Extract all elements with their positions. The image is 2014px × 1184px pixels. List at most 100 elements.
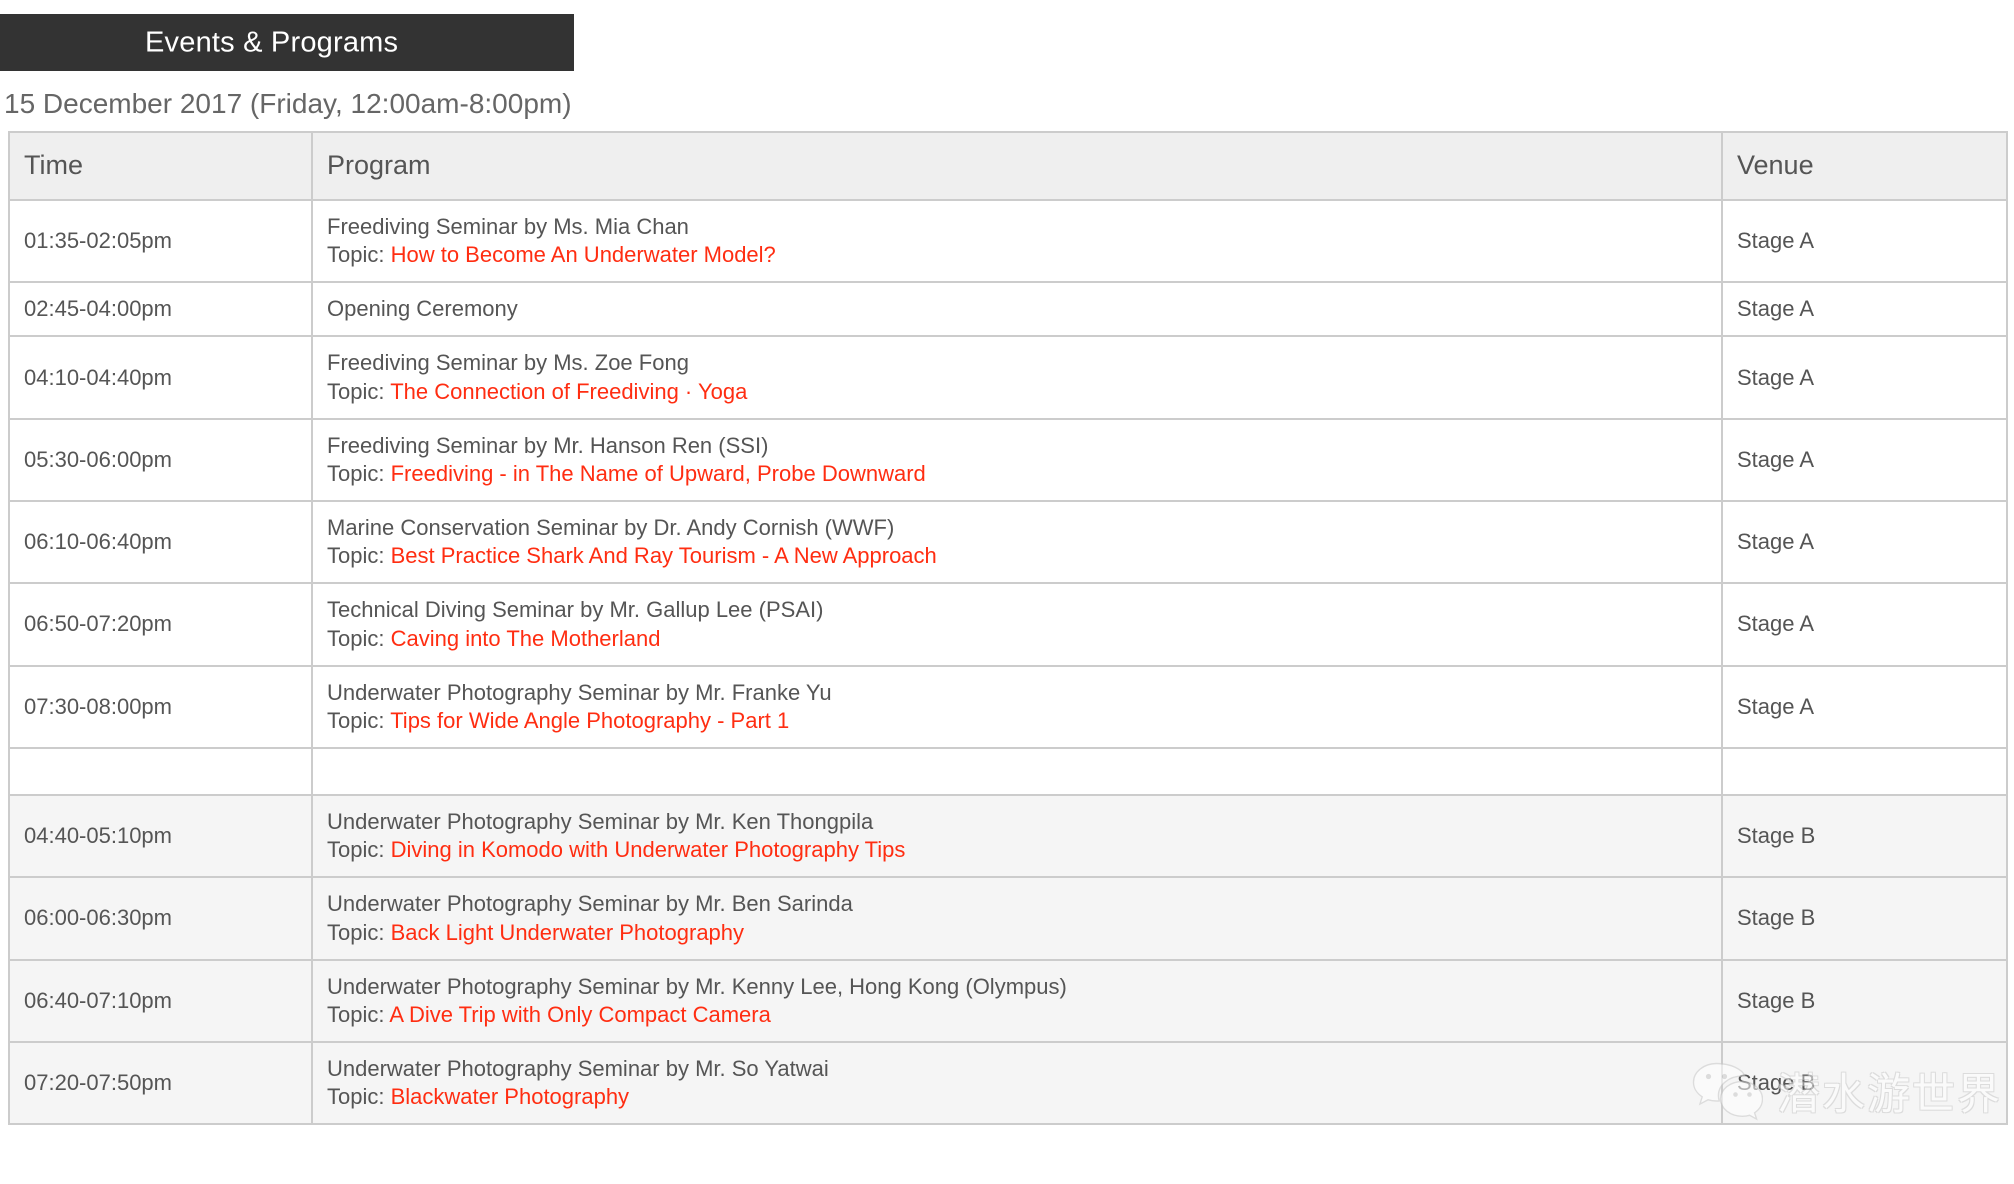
table-row: 07:20-07:50pm Underwater Photography Semi…: [8, 1042, 2008, 1126]
program-title: Underwater Photography Seminar by Mr. Ke…: [327, 973, 1067, 999]
program-title: Freediving Seminar by Ms. Zoe Fong: [327, 350, 689, 376]
cell-time: 06:10-06:40pm: [8, 502, 311, 585]
table-row: 05:30-06:00pm Freediving Seminar by Mr. H…: [8, 419, 2008, 503]
cell-program: Underwater Photography Seminar by Mr. Ke…: [311, 796, 1721, 879]
table-row: 04:40-05:10pm Underwater Photography Semi…: [8, 796, 2008, 879]
cell-program: Freediving Seminar by Ms. Zoe Fong Topic:…: [311, 337, 1721, 420]
topic-text: Freediving - in The Name of Upward, Prob…: [390, 460, 926, 486]
cell-time: 01:35-02:05pm: [8, 201, 311, 284]
topic-label: Topic:: [327, 460, 391, 486]
program-title: Underwater Photography Seminar by Mr. Be…: [327, 891, 853, 917]
column-header-time: Time: [8, 131, 311, 201]
program-topic-line: Topic: Tips for Wide Angle Photography -…: [327, 707, 1707, 735]
page-title: Events & Programs: [145, 26, 399, 58]
program-topic-line: Topic: Caving into The Motherland: [327, 625, 1707, 653]
topic-text: How to Become An Underwater Model?: [390, 242, 776, 268]
cell-program: Opening Ceremony: [311, 283, 1721, 338]
topic-text: The Connection of Freediving · Yoga: [390, 378, 748, 404]
topic-text: Diving in Komodo with Underwater Photogr…: [390, 837, 906, 863]
program-title: Technical Diving Seminar by Mr. Gallup L…: [327, 597, 824, 623]
spacer-cell: [1721, 749, 2008, 797]
cell-venue: Stage A: [1721, 666, 2008, 750]
table-row: 06:50-07:20pm Technical Diving Seminar by…: [8, 584, 2008, 667]
events-schedule-table: Time Program Venue 01:35-02:05pm Freedivi…: [8, 131, 2008, 1126]
topic-label: Topic:: [327, 1084, 391, 1110]
table-header-row: Time Program Venue: [8, 131, 2008, 201]
cell-program: Technical Diving Seminar by Mr. Gallup L…: [311, 584, 1721, 667]
program-topic-line: Topic: How to Become An Underwater Model…: [327, 241, 1707, 269]
page-title-banner: Events & Programs: [0, 14, 574, 71]
cell-time: 04:10-04:40pm: [8, 337, 311, 420]
table-row: 06:40-07:10pm Underwater Photography Semi…: [8, 960, 2008, 1043]
banner-container: Events & Programs: [0, 14, 2014, 71]
topic-text: Blackwater Photography: [390, 1084, 630, 1110]
topic-label: Topic:: [327, 707, 391, 733]
cell-time: 07:30-08:00pm: [8, 666, 311, 750]
cell-time: 06:40-07:10pm: [8, 960, 311, 1043]
cell-program: Underwater Photography Seminar by Mr. Be…: [311, 878, 1721, 961]
table-row: 01:35-02:05pm Freediving Seminar by Ms. M…: [8, 201, 2008, 284]
table-body: 01:35-02:05pm Freediving Seminar by Ms. M…: [8, 201, 2008, 1126]
cell-venue: Stage B: [1721, 1042, 2008, 1126]
cell-time: 07:20-07:50pm: [8, 1042, 311, 1126]
spacer-cell: [8, 749, 311, 797]
cell-time: 05:30-06:00pm: [8, 419, 311, 503]
program-topic-line: Topic: Diving in Komodo with Underwater …: [327, 836, 1707, 864]
cell-time: 02:45-04:00pm: [8, 283, 311, 338]
program-title: Underwater Photography Seminar by Mr. Fr…: [327, 679, 832, 705]
topic-label: Topic:: [327, 625, 391, 651]
cell-program: Underwater Photography Seminar by Mr. Fr…: [311, 666, 1721, 750]
topic-label: Topic:: [327, 242, 391, 268]
cell-venue: Stage A: [1721, 502, 2008, 585]
cell-time: 04:40-05:10pm: [8, 796, 311, 879]
topic-label: Topic:: [327, 837, 391, 863]
cell-program: Freediving Seminar by Mr. Hanson Ren (SS…: [311, 419, 1721, 503]
program-topic-line: Topic: Freediving - in The Name of Upwar…: [327, 460, 1707, 488]
topic-label: Topic:: [327, 378, 391, 404]
topic-text: Back Light Underwater Photography: [390, 919, 745, 945]
topic-text: Tips for Wide Angle Photography - Part 1: [390, 707, 790, 733]
column-header-venue: Venue: [1721, 131, 2008, 201]
program-title: Freediving Seminar by Ms. Mia Chan: [327, 214, 689, 239]
cell-program: Freediving Seminar by Ms. Mia Chan Topic:…: [311, 201, 1721, 284]
program-title: Underwater Photography Seminar by Mr. Ke…: [327, 809, 874, 835]
program-title: Opening Ceremony: [327, 296, 518, 322]
cell-venue: Stage A: [1721, 337, 2008, 420]
program-title: Freediving Seminar by Mr. Hanson Ren (SS…: [327, 432, 769, 458]
spacer-cell: [311, 749, 1721, 797]
cell-venue: Stage A: [1721, 584, 2008, 667]
topic-text: Caving into The Motherland: [390, 625, 661, 651]
cell-program: Marine Conservation Seminar by Dr. Andy …: [311, 502, 1721, 585]
table-row: 06:00-06:30pm Underwater Photography Semi…: [8, 878, 2008, 961]
table-header: Time Program Venue: [8, 131, 2008, 201]
column-header-program: Program: [311, 131, 1721, 201]
topic-label: Topic:: [327, 543, 391, 569]
table-row: 07:30-08:00pm Underwater Photography Semi…: [8, 666, 2008, 750]
program-topic-line: Topic: Best Practice Shark And Ray Touri…: [327, 542, 1707, 570]
table-spacer-row: [8, 749, 2008, 797]
table-row: 04:10-04:40pm Freediving Seminar by Ms. Z…: [8, 337, 2008, 420]
topic-label: Topic:: [327, 1001, 390, 1027]
cell-time: 06:00-06:30pm: [8, 878, 311, 961]
program-title: Underwater Photography Seminar by Mr. So…: [327, 1055, 829, 1081]
program-topic-line: Topic: Back Light Underwater Photography: [327, 919, 1707, 947]
program-topic-line: Topic: Blackwater Photography: [327, 1083, 1707, 1111]
cell-venue: Stage A: [1721, 201, 2008, 284]
topic-text: Best Practice Shark And Ray Tourism - A …: [390, 543, 937, 569]
topic-text: A Dive Trip with Only Compact Camera: [389, 1001, 771, 1027]
program-title: Marine Conservation Seminar by Dr. Andy …: [327, 515, 895, 541]
cell-venue: Stage A: [1721, 419, 2008, 503]
topic-label: Topic:: [327, 919, 391, 945]
table-row: 02:45-04:00pm Opening Ceremony Stage A: [8, 283, 2008, 338]
cell-venue: Stage A: [1721, 283, 2008, 338]
cell-venue: Stage B: [1721, 878, 2008, 961]
program-topic-line: Topic: The Connection of Freediving · Yo…: [327, 378, 1707, 406]
cell-venue: Stage B: [1721, 960, 2008, 1043]
date-heading: 15 December 2017 (Friday, 12:00am-8:00pm…: [4, 88, 572, 119]
program-topic-line: Topic: A Dive Trip with Only Compact Cam…: [327, 1001, 1707, 1029]
cell-program: Underwater Photography Seminar by Mr. So…: [311, 1042, 1721, 1126]
table-row: 06:10-06:40pm Marine Conservation Seminar…: [8, 502, 2008, 585]
cell-time: 06:50-07:20pm: [8, 584, 311, 667]
cell-venue: Stage B: [1721, 796, 2008, 879]
cell-program: Underwater Photography Seminar by Mr. Ke…: [311, 960, 1721, 1043]
